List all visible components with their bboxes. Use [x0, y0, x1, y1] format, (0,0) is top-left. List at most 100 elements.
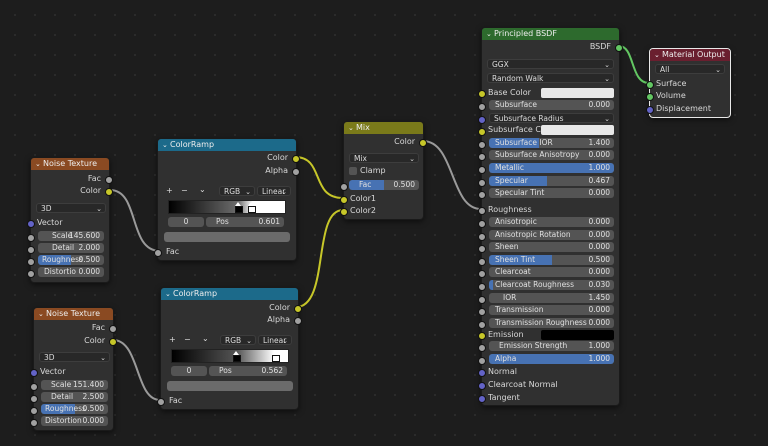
input-vector-socket[interactable]: [27, 220, 35, 228]
output-bsdf-socket[interactable]: [615, 44, 623, 52]
input-detail-socket[interactable]: [27, 246, 35, 254]
subsurface-anisotropy-field[interactable]: Subsurface Anisotropy 0.000: [489, 150, 614, 161]
input-socket[interactable]: [478, 220, 486, 228]
color-ramp-node-1[interactable]: ⌄ ColorRamp Color Alpha + − ⌄ RGB ⌄ Linear…: [154, 138, 300, 261]
input-socket[interactable]: [478, 178, 486, 187]
emission-strength-field[interactable]: Emission Strength 1.000: [489, 341, 614, 351]
fac-field[interactable]: Fac 0.500: [349, 180, 419, 190]
interpolation-dropdown[interactable]: Linear ⌄: [258, 335, 292, 345]
output-fac-socket[interactable]: [109, 325, 117, 333]
subsurface-field[interactable]: Subsurface 0.000: [489, 100, 614, 110]
input-socket[interactable]: [478, 153, 486, 162]
input-fac-socket[interactable]: [340, 183, 348, 191]
output-color-socket[interactable]: [109, 338, 117, 346]
color-mode-dropdown[interactable]: RGB ⌄: [219, 186, 255, 196]
ramp-stop-white-swatch[interactable]: [248, 206, 256, 213]
alpha-field[interactable]: Alpha 1.000: [489, 354, 614, 364]
anisotropic-rotation-field[interactable]: Anisotropic Rotation 0.000: [489, 229, 614, 240]
input-color2-socket[interactable]: [340, 208, 348, 216]
stop-color-swatch[interactable]: [164, 232, 290, 242]
output-color-socket[interactable]: [294, 305, 302, 313]
noise-texture-node-1[interactable]: ⌄ Noise Texture Fac Color 3D ⌄ Vector Scal…: [27, 157, 113, 283]
blend-mode-dropdown[interactable]: Mix ⌄: [349, 153, 419, 163]
input-color1-socket[interactable]: [340, 196, 348, 204]
input-socket[interactable]: [478, 295, 486, 304]
distortion-field[interactable]: Distortion 0.000: [41, 416, 108, 426]
input-scale-socket[interactable]: [30, 383, 38, 391]
detail-field[interactable]: Detail 2.500: [41, 392, 108, 402]
collapse-chevron-icon[interactable]: ⌄: [165, 288, 173, 300]
input-socket[interactable]: [478, 115, 486, 124]
specular-tint-field[interactable]: Specular Tint 0.000: [489, 188, 614, 199]
input-socket[interactable]: [478, 308, 486, 317]
metallic-field[interactable]: Metallic 1.000: [489, 163, 614, 173]
output-color-socket[interactable]: [419, 139, 427, 147]
stop-color-swatch[interactable]: [167, 381, 293, 391]
color-ramp-gradient[interactable]: [168, 200, 286, 214]
input-emission-socket[interactable]: [478, 332, 486, 340]
sheen-field[interactable]: Sheen 0.000: [489, 242, 614, 253]
input-surface-socket[interactable]: [646, 81, 654, 89]
input-fac-socket[interactable]: [154, 249, 162, 257]
color-mode-dropdown[interactable]: RGB ⌄: [220, 335, 256, 345]
noise-texture-node-2[interactable]: ⌄ Noise Texture Fac Color 3D ⌄ Vector Scal…: [30, 307, 117, 431]
input-socket[interactable]: [478, 103, 486, 111]
output-alpha-socket[interactable]: [294, 317, 302, 325]
input-socket[interactable]: [478, 166, 486, 174]
input-distortion-socket[interactable]: [27, 270, 35, 278]
remove-stop-button[interactable]: −: [184, 335, 191, 344]
input-socket[interactable]: [478, 232, 486, 241]
input-fac-socket[interactable]: [157, 398, 165, 406]
distortion-field[interactable]: Distortio 0.000: [38, 267, 104, 277]
distribution-dropdown[interactable]: GGX ⌄: [487, 59, 614, 69]
node-header[interactable]: ⌄ Material Output: [650, 49, 730, 61]
output-fac-socket[interactable]: [105, 176, 113, 184]
clearcoat-roughness-field[interactable]: Clearcoat Roughness 0.030: [489, 280, 614, 290]
collapse-chevron-icon[interactable]: ⌄: [654, 49, 662, 61]
input-scale-socket[interactable]: [27, 234, 35, 242]
base-color-swatch[interactable]: [541, 88, 614, 98]
scale-field[interactable]: Scale 145.600: [38, 231, 104, 241]
input-displacement-socket[interactable]: [646, 106, 654, 114]
roughness-field[interactable]: Roughness 0.500: [38, 255, 104, 265]
color-ramp-node-2[interactable]: ⌄ ColorRamp Color Alpha + − ⌄ RGB ⌄ Linear…: [157, 287, 302, 410]
material-output-node[interactable]: ⌄ Material Output All ⌄ Surface Volume Dis…: [646, 48, 731, 118]
transmission-field[interactable]: Transmission 0.000: [489, 305, 614, 316]
mix-node[interactable]: ⌄ Mix Color Mix ⌄ Clamp Fac 0.500 Color1 Co…: [340, 121, 427, 220]
output-color-socket[interactable]: [292, 155, 300, 163]
stop-position-field[interactable]: Pos 0.562: [209, 366, 287, 376]
dimension-dropdown[interactable]: 3D ⌄: [39, 352, 110, 362]
subsurface-color-swatch[interactable]: [541, 125, 614, 136]
input-base-color-socket[interactable]: [478, 90, 486, 98]
node-header[interactable]: ⌄ Noise Texture: [34, 308, 113, 320]
input-detail-socket[interactable]: [30, 395, 38, 403]
input-socket[interactable]: [478, 140, 486, 149]
roughness-field[interactable]: Roughness 0.500: [41, 404, 108, 414]
input-roughness-socket[interactable]: [30, 407, 38, 415]
emission-color-swatch[interactable]: [541, 330, 614, 340]
input-emission-strength-socket[interactable]: [478, 344, 486, 352]
stop-position-field[interactable]: Pos 0.601: [206, 217, 284, 227]
node-header[interactable]: ⌄ ColorRamp: [161, 288, 298, 300]
collapse-chevron-icon[interactable]: ⌄: [162, 139, 170, 151]
collapse-chevron-icon[interactable]: ⌄: [35, 158, 43, 170]
remove-stop-button[interactable]: −: [181, 186, 188, 195]
collapse-chevron-icon[interactable]: ⌄: [348, 122, 356, 134]
add-stop-button[interactable]: +: [169, 335, 176, 344]
input-socket[interactable]: [478, 191, 486, 200]
active-stop-index-field[interactable]: 0: [171, 366, 207, 376]
node-header[interactable]: ⌄ Principled BSDF: [482, 28, 619, 40]
subsurface-ior-field[interactable]: Subsurface IOR 1.400: [489, 137, 614, 148]
detail-field[interactable]: Detail 2.000: [38, 243, 104, 253]
collapse-chevron-icon[interactable]: ⌄: [486, 28, 494, 40]
input-roughness-socket[interactable]: [27, 258, 35, 266]
input-socket[interactable]: [478, 283, 486, 291]
output-alpha-socket[interactable]: [292, 168, 300, 176]
input-socket[interactable]: [478, 128, 486, 137]
subsurface-radius-dropdown[interactable]: Subsurface Radius ⌄: [489, 112, 614, 123]
target-dropdown[interactable]: All ⌄: [655, 64, 725, 74]
input-vector-socket[interactable]: [30, 369, 38, 377]
scale-field[interactable]: Scale 151.400: [41, 380, 108, 390]
node-header[interactable]: ⌄ Noise Texture: [31, 158, 109, 170]
ramp-stop-white-swatch[interactable]: [272, 355, 280, 362]
